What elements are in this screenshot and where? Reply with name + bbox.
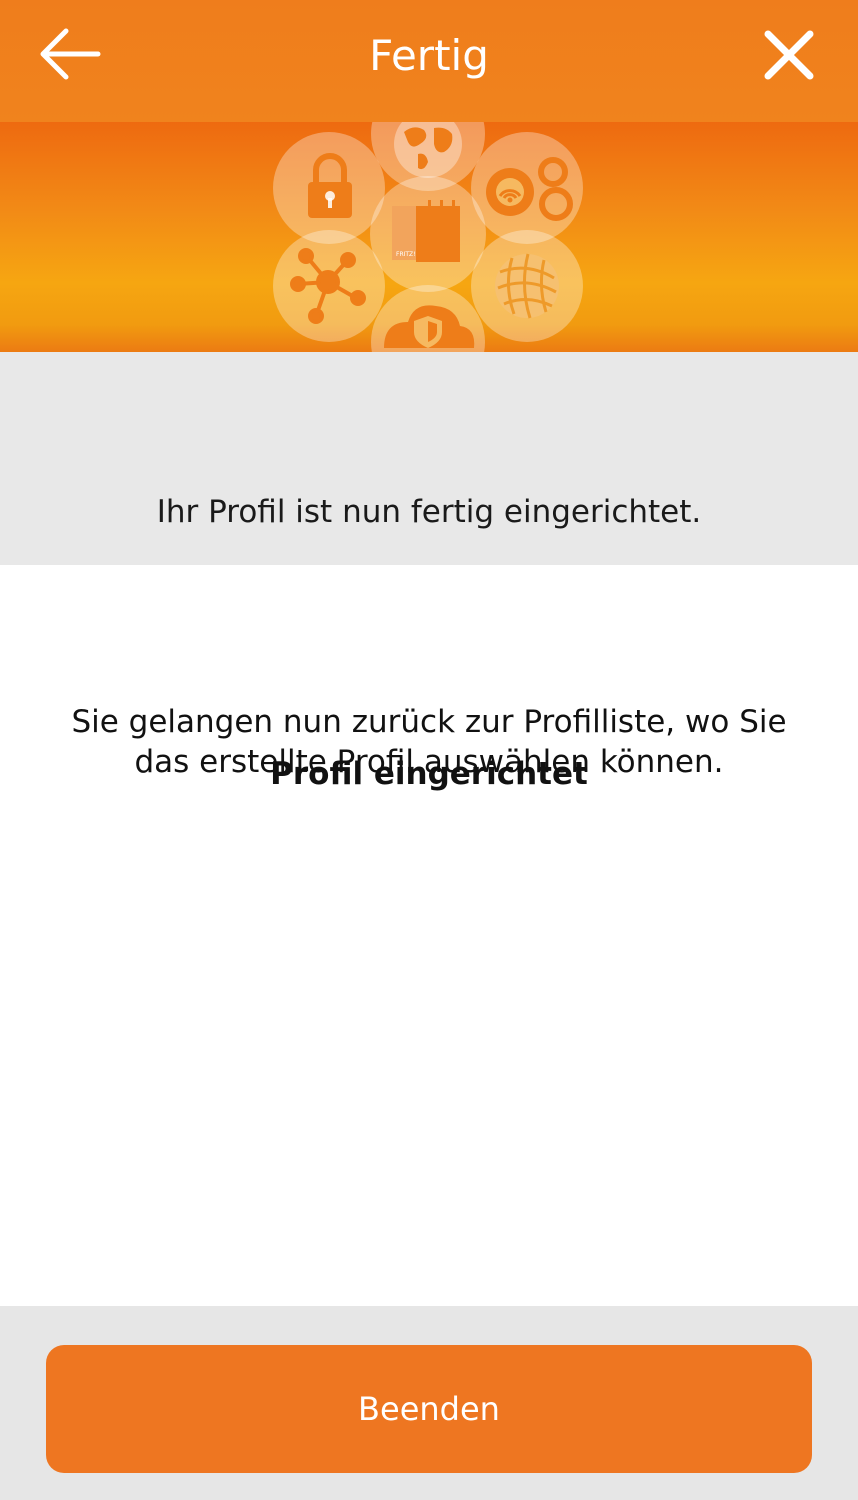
- close-button[interactable]: [762, 28, 816, 82]
- finish-button[interactable]: Beenden: [46, 1345, 812, 1473]
- sphere-icon: [495, 253, 559, 319]
- footer-bar: Beenden: [0, 1306, 858, 1500]
- info-text: Sie gelangen nun zurück zur Profilliste,…: [71, 704, 787, 780]
- router-icon: FRITZ!: [392, 200, 460, 262]
- close-icon: [764, 30, 814, 80]
- section-subtext: Ihr Profil ist nun fertig eingerichtet.: [156, 494, 702, 530]
- feature-illustration: FRITZ!: [273, 122, 583, 352]
- top-bar: Fertig: [0, 0, 858, 122]
- page-title: Fertig: [369, 31, 489, 80]
- header-banner: FRITZ!: [0, 122, 858, 352]
- router-label: FRITZ!: [396, 251, 416, 258]
- intro-section: Profil eingerichtet Ihr Profil ist nun f…: [0, 352, 858, 792]
